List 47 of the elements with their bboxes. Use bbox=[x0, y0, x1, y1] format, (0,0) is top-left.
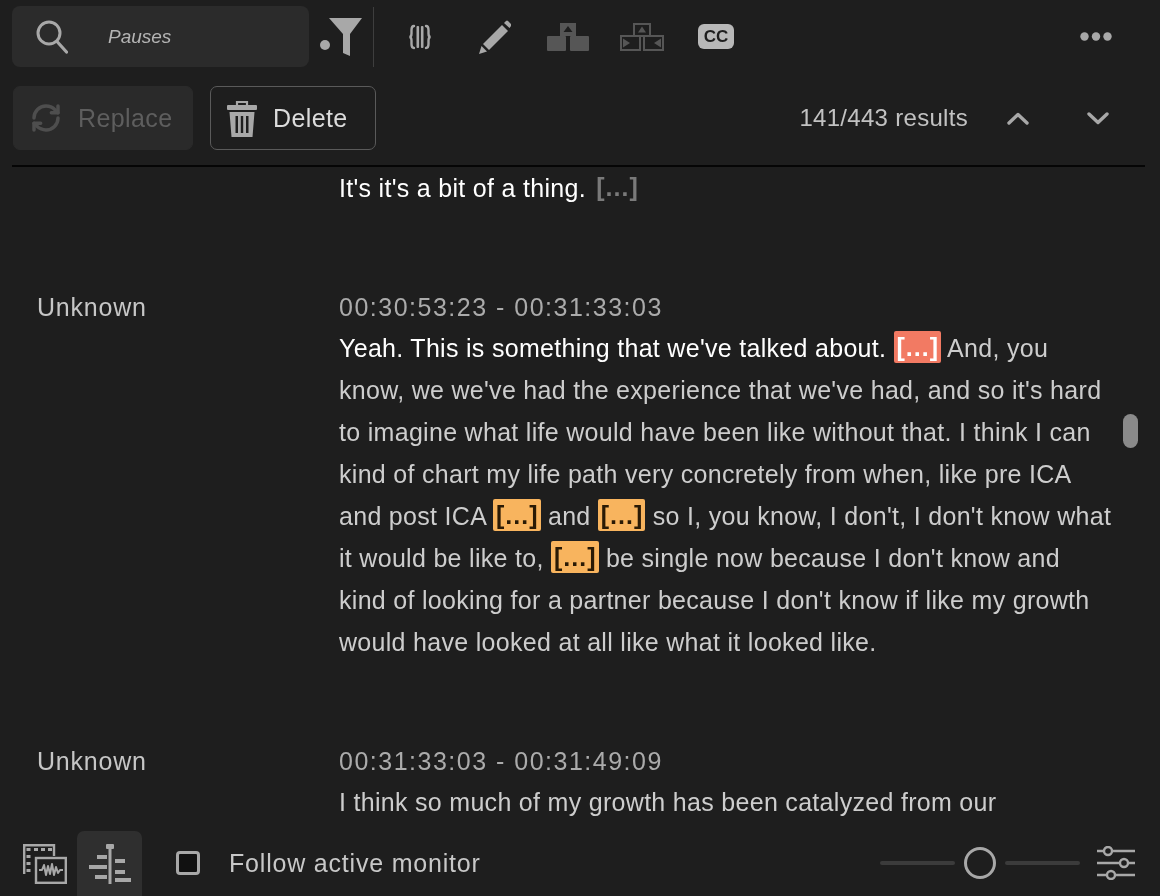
delete-button[interactable]: Delete bbox=[210, 86, 376, 150]
transcript-timeline-icon bbox=[88, 843, 131, 884]
timecode: 00:31:33:03 - 00:31:49:09 bbox=[339, 746, 663, 777]
speaker-name: Unknown bbox=[37, 292, 147, 323]
timecode: 00:30:53:23 - 00:31:33:03 bbox=[339, 292, 663, 323]
slider-thumb[interactable] bbox=[964, 847, 996, 879]
refresh-icon bbox=[30, 102, 62, 134]
transcript-text: and post ICA bbox=[339, 502, 486, 530]
search-field[interactable]: Pauses bbox=[12, 6, 309, 67]
transcript-text: be single now because I don't know and bbox=[605, 544, 1060, 572]
transcript-text: It's it's a bit of a thing. bbox=[339, 174, 586, 202]
transcript-text: Yeah. This is something that we've talked about. bbox=[339, 334, 887, 362]
chevron-down-icon bbox=[1087, 111, 1109, 125]
chevron-up-icon bbox=[1007, 111, 1029, 125]
filter-icon bbox=[320, 17, 362, 56]
transcript-text: it would be like to, bbox=[339, 544, 544, 572]
pause-marker[interactable]: […] bbox=[550, 541, 599, 573]
stacked-blocks-icon bbox=[547, 22, 589, 51]
transcript-text: so I, you know, I don't, I don't know what bbox=[652, 502, 1112, 530]
transcript-text: would have looked at all like what it looked like. bbox=[339, 628, 877, 656]
transcript-text: kind of looking for a partner because I don't know if like my growth bbox=[339, 586, 1090, 614]
follow-checkbox[interactable] bbox=[176, 851, 200, 875]
speaker-name: Unknown bbox=[37, 746, 147, 777]
settings-button[interactable] bbox=[1096, 845, 1136, 881]
result-count: 141/443 results bbox=[799, 103, 968, 133]
transcript-text: kind of chart my life path very concretely from when, like pre ICA bbox=[339, 460, 1072, 488]
pause-marker[interactable]: […] bbox=[597, 499, 646, 531]
transcript-text: to imagine what life would have been like without that. I think I can bbox=[339, 418, 1091, 446]
pencil-icon bbox=[477, 18, 511, 55]
settings-sliders-icon bbox=[1097, 846, 1135, 880]
transcript-text: I think so much of my growth has been catalyzed from our bbox=[339, 788, 997, 816]
captions-button[interactable]: CC bbox=[698, 24, 734, 49]
transcript-text: And, you bbox=[947, 334, 1049, 362]
more-icon bbox=[1080, 32, 1112, 41]
transcript-text: know, we we've had the experience that we've had, and so it's hard bbox=[339, 376, 1102, 404]
follow-label[interactable]: Follow active monitor bbox=[229, 848, 481, 878]
trash-icon bbox=[227, 99, 257, 137]
braces-icon bbox=[408, 23, 432, 50]
scrollbar-thumb[interactable] bbox=[1123, 414, 1138, 448]
transcript-text: and bbox=[547, 502, 591, 530]
search-icon bbox=[36, 19, 68, 54]
film-waveform-icon bbox=[22, 843, 67, 884]
pause-marker[interactable]: […] bbox=[593, 171, 641, 203]
zoom-slider[interactable] bbox=[880, 847, 1080, 879]
stacked-blocks-arrows-icon bbox=[620, 22, 664, 51]
pause-marker[interactable]: […] bbox=[493, 499, 541, 531]
transcript-view-button[interactable] bbox=[77, 831, 142, 896]
